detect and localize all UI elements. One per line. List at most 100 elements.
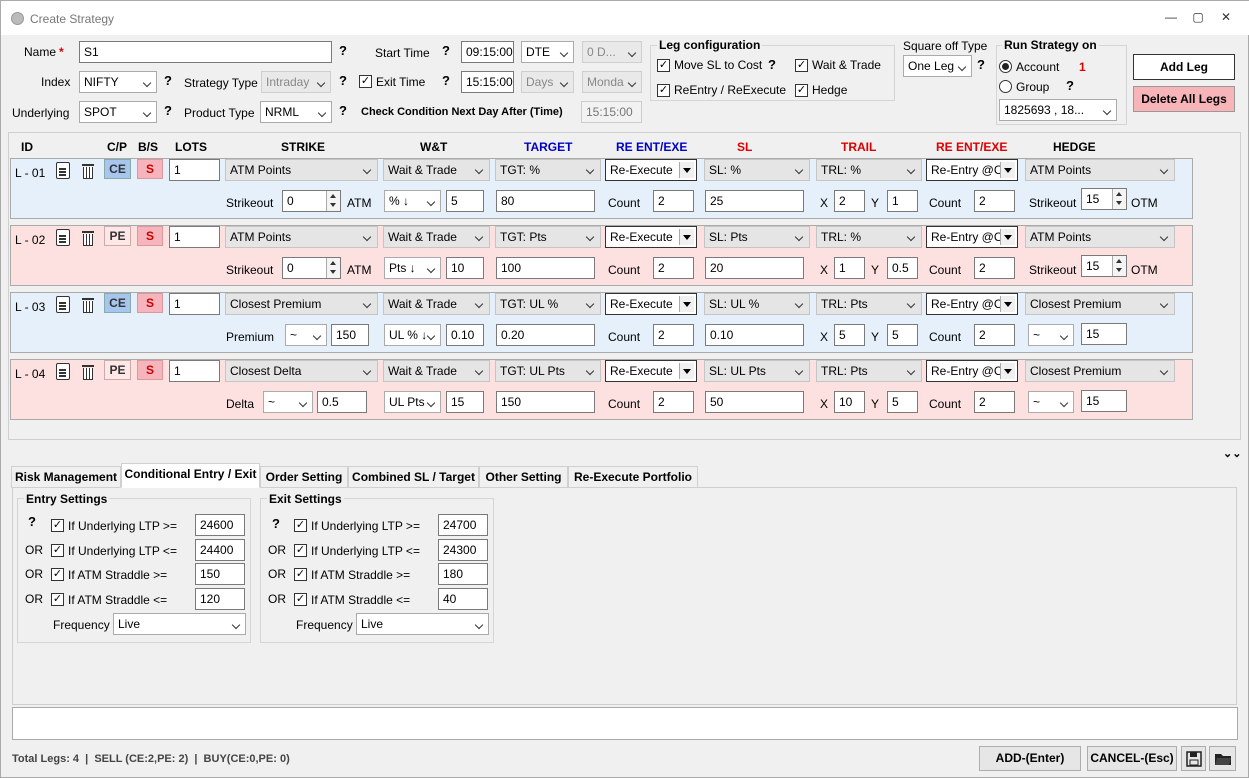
- trail-select[interactable]: TRL: %: [816, 226, 922, 248]
- hedge-checkbox[interactable]: ✓: [795, 84, 808, 97]
- sl-select[interactable]: SL: UL %: [704, 293, 810, 315]
- tab-combined-sl-target[interactable]: Combined SL / Target: [348, 466, 479, 488]
- target-value-input[interactable]: 150: [496, 391, 595, 413]
- hedge-strikeout-spinner[interactable]: 15: [1081, 255, 1127, 277]
- days-select[interactable]: Days: [521, 71, 574, 93]
- maximize-icon[interactable]: ▢: [1188, 9, 1208, 25]
- account-radio[interactable]: [999, 60, 1012, 73]
- reentry-checkbox[interactable]: ✓: [657, 84, 670, 97]
- sl-select[interactable]: SL: Pts: [704, 226, 810, 248]
- target-value-input[interactable]: 80: [496, 190, 595, 212]
- underlying-select[interactable]: SPOT: [79, 101, 157, 123]
- sub-mode-select[interactable]: ~: [285, 324, 327, 346]
- wt-select[interactable]: Wait & Trade: [383, 159, 490, 181]
- reexecute-select[interactable]: Re-Execute: [605, 159, 697, 181]
- condition-checkbox[interactable]: ✓: [51, 544, 64, 557]
- exit-help-icon[interactable]: ?: [272, 516, 280, 531]
- delete-all-legs-button[interactable]: Delete All Legs: [1133, 86, 1235, 112]
- reentry-count-input[interactable]: 2: [974, 391, 1015, 413]
- wt-mode-select[interactable]: UL Pts: [384, 391, 441, 413]
- condition-value-input[interactable]: 180: [438, 563, 488, 585]
- cancel-button[interactable]: CANCEL-(Esc): [1087, 746, 1177, 771]
- dte-days-select[interactable]: 0 D...: [582, 41, 642, 63]
- trail-select[interactable]: TRL: Pts: [816, 360, 922, 382]
- hedge-select[interactable]: Closest Premium: [1025, 360, 1175, 382]
- delete-leg-icon[interactable]: [81, 296, 95, 313]
- condition-checkbox[interactable]: ✓: [51, 568, 64, 581]
- reentry-count-input[interactable]: 2: [974, 324, 1015, 346]
- strategy-type-select[interactable]: Intraday: [261, 71, 331, 93]
- sl-value-input[interactable]: 20: [705, 257, 804, 279]
- reexecute-select[interactable]: Re-Execute: [605, 226, 697, 248]
- hedge-value-input[interactable]: 15: [1081, 390, 1127, 412]
- minimize-icon[interactable]: —: [1161, 9, 1181, 25]
- move-sl-help-icon[interactable]: ?: [768, 57, 776, 72]
- wait-trade-checkbox[interactable]: ✓: [795, 59, 808, 72]
- product-type-help-icon[interactable]: ?: [339, 103, 347, 118]
- trail-y-input[interactable]: 5: [887, 324, 918, 346]
- condition-checkbox[interactable]: ✓: [294, 593, 307, 606]
- bs-toggle[interactable]: S: [137, 226, 163, 246]
- cp-toggle[interactable]: PE: [104, 226, 131, 246]
- strike-select[interactable]: Closest Premium: [225, 293, 378, 315]
- condition-checkbox[interactable]: ✓: [294, 544, 307, 557]
- target-select[interactable]: TGT: UL %: [495, 293, 601, 315]
- copy-leg-icon[interactable]: [56, 162, 70, 179]
- wt-value-input[interactable]: 15: [446, 391, 484, 413]
- condition-checkbox[interactable]: ✓: [294, 568, 307, 581]
- target-select[interactable]: TGT: Pts: [495, 226, 601, 248]
- condition-checkbox[interactable]: ✓: [51, 519, 64, 532]
- strikeout-spinner[interactable]: 0: [282, 190, 341, 212]
- tab-order-setting[interactable]: Order Setting: [260, 466, 348, 488]
- condition-checkbox[interactable]: ✓: [294, 519, 307, 532]
- square-off-select[interactable]: One Leg: [903, 55, 972, 77]
- add-leg-button[interactable]: Add Leg: [1133, 54, 1235, 80]
- check-condition-time[interactable]: 15:15:00: [581, 101, 642, 123]
- reentry-select[interactable]: Re-Entry @C: [926, 159, 1018, 181]
- trail-y-input[interactable]: 5: [887, 391, 918, 413]
- lots-input[interactable]: 1: [169, 226, 220, 248]
- lots-input[interactable]: 1: [169, 293, 220, 315]
- delete-leg-icon[interactable]: [81, 229, 95, 246]
- bs-toggle[interactable]: S: [137, 159, 163, 179]
- sub-value-input[interactable]: 150: [331, 324, 369, 346]
- tab-re-execute-portfolio[interactable]: Re-Execute Portfolio: [568, 466, 698, 488]
- trail-select[interactable]: TRL: Pts: [816, 293, 922, 315]
- reexecute-count-input[interactable]: 2: [653, 190, 694, 212]
- exit-time-input[interactable]: 15:15:00: [461, 71, 514, 93]
- trail-x-input[interactable]: 2: [834, 190, 865, 212]
- dte-select[interactable]: DTE: [521, 41, 574, 63]
- strike-select[interactable]: Closest Delta: [225, 360, 378, 382]
- condition-value-input[interactable]: 24300: [438, 539, 488, 561]
- hedge-mode-select[interactable]: ~: [1028, 324, 1074, 346]
- lots-input[interactable]: 1: [169, 360, 220, 382]
- bs-toggle[interactable]: S: [137, 293, 163, 313]
- strike-select[interactable]: ATM Points: [225, 226, 378, 248]
- strikeout-spinner[interactable]: 0: [282, 257, 341, 279]
- entry-help-icon[interactable]: ?: [28, 514, 36, 529]
- sub-value-input[interactable]: 0.5: [317, 391, 367, 413]
- move-sl-checkbox[interactable]: ✓: [657, 59, 670, 72]
- copy-leg-icon[interactable]: [56, 363, 70, 380]
- condition-value-input[interactable]: 150: [195, 563, 245, 585]
- delete-leg-icon[interactable]: [81, 363, 95, 380]
- cp-toggle[interactable]: CE: [104, 159, 131, 179]
- index-select[interactable]: NIFTY: [79, 71, 157, 93]
- wt-mode-select[interactable]: UL % ↓: [384, 324, 441, 346]
- sub-mode-select[interactable]: ~: [263, 391, 313, 413]
- name-help-icon[interactable]: ?: [339, 43, 347, 58]
- wt-select[interactable]: Wait & Trade: [383, 360, 490, 382]
- reentry-select[interactable]: Re-Entry @C: [926, 360, 1018, 382]
- wt-mode-select[interactable]: Pts ↓: [384, 257, 441, 279]
- account-select[interactable]: 1825693 , 18...: [999, 99, 1117, 121]
- copy-leg-icon[interactable]: [56, 229, 70, 246]
- condition-value-input[interactable]: 40: [438, 588, 488, 610]
- hedge-select[interactable]: Closest Premium: [1025, 293, 1175, 315]
- message-box[interactable]: [12, 707, 1238, 740]
- tab-other-setting[interactable]: Other Setting: [479, 466, 568, 488]
- trail-y-input[interactable]: 1: [887, 190, 918, 212]
- wt-value-input[interactable]: 5: [446, 190, 484, 212]
- sl-value-input[interactable]: 25: [705, 190, 804, 212]
- hedge-select[interactable]: ATM Points: [1025, 159, 1175, 181]
- exit-time-help-icon[interactable]: ?: [442, 73, 450, 88]
